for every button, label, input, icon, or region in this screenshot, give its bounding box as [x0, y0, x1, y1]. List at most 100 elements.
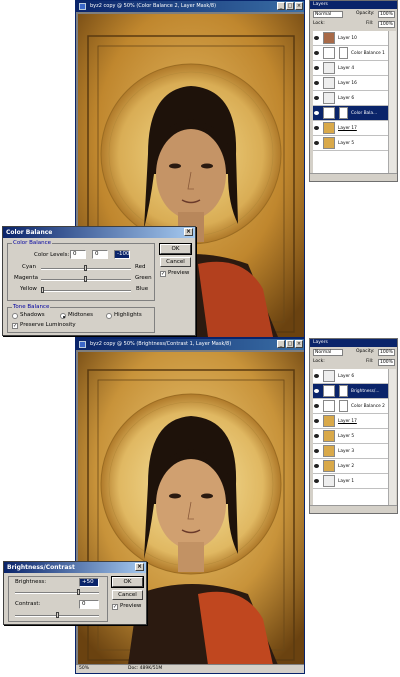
eye-icon[interactable]: [314, 36, 319, 40]
eye-icon[interactable]: [314, 404, 319, 408]
preview-checkbox[interactable]: ✓: [112, 604, 118, 610]
layer-row[interactable]: Layer 3: [313, 444, 388, 459]
midtones-radio[interactable]: [60, 313, 66, 319]
close-button[interactable]: ×: [295, 340, 303, 348]
layer-thumbnail: [323, 445, 335, 457]
eye-icon[interactable]: [314, 389, 319, 393]
adjustment-icon: [323, 385, 335, 397]
layer-row[interactable]: Layer 6: [313, 369, 388, 384]
layers-palette-bottom[interactable]: Layers Normal Opacity: 100% Lock: Fill: …: [309, 338, 398, 514]
photoshop-icon: [79, 3, 86, 10]
ok-button[interactable]: OK: [159, 243, 192, 255]
opacity-field[interactable]: 100%: [378, 349, 395, 356]
eye-icon[interactable]: [314, 419, 319, 423]
layer-row[interactable]: Layer 10: [313, 31, 388, 46]
minimize-button[interactable]: _: [277, 340, 285, 348]
close-button[interactable]: ×: [295, 2, 303, 10]
dialog-titlebar[interactable]: Brightness/Contrast ×: [4, 562, 146, 573]
preserve-luminosity-checkbox[interactable]: ✓: [12, 323, 18, 329]
yellow-blue-slider[interactable]: [41, 290, 131, 292]
layer-row[interactable]: Layer 16: [313, 76, 388, 91]
layer-row[interactable]: Layer 5: [313, 429, 388, 444]
layer-thumbnail: [323, 92, 335, 104]
maximize-button[interactable]: □: [286, 340, 294, 348]
preview-checkbox[interactable]: ✓: [160, 271, 166, 277]
layer-thumbnail: [323, 415, 335, 427]
layer-row[interactable]: Layer 4: [313, 61, 388, 76]
eye-icon[interactable]: [314, 66, 319, 70]
highlights-radio[interactable]: [106, 313, 112, 319]
window-titlebar[interactable]: byz2 copy @ 50% (Brightness/Contrast 1, …: [76, 339, 304, 350]
eye-icon[interactable]: [314, 81, 319, 85]
brightness-contrast-dialog[interactable]: Brightness/Contrast × Brightness: +50 Co…: [3, 561, 147, 625]
eye-icon[interactable]: [314, 464, 319, 468]
eye-icon[interactable]: [314, 374, 319, 378]
layers-scrollbar[interactable]: [388, 31, 396, 174]
window-titlebar[interactable]: byz2 copy @ 50% (Color Balance 2, Layer …: [76, 1, 304, 12]
opacity-field[interactable]: 100%: [378, 11, 395, 18]
layer-row-selected[interactable]: Brightness/...: [313, 384, 388, 399]
contrast-label: Contrast:: [15, 601, 41, 607]
layer-thumbnail: [323, 32, 335, 44]
layers-list: Layer 10 Color Balance 1 Layer 4 Layer 1…: [313, 31, 388, 174]
cancel-button[interactable]: Cancel: [112, 590, 143, 600]
layer-row[interactable]: Layer 2: [313, 459, 388, 474]
layers-palette-top[interactable]: Layers Normal Opacity: 100% Lock: Fill: …: [309, 0, 398, 182]
color-level-2-field[interactable]: 0: [92, 250, 108, 259]
adjustment-icon: [323, 400, 335, 412]
layer-row[interactable]: Layer 17: [313, 121, 388, 136]
blend-mode-select[interactable]: Normal: [313, 349, 343, 356]
brightness-field[interactable]: +50: [79, 578, 99, 587]
brightness-slider[interactable]: [15, 592, 99, 594]
eye-icon[interactable]: [314, 141, 319, 145]
layer-mask-thumbnail: [339, 47, 348, 59]
shadows-radio[interactable]: [12, 313, 18, 319]
minimize-button[interactable]: _: [277, 2, 285, 10]
eye-icon[interactable]: [314, 51, 319, 55]
blend-mode-select[interactable]: Normal: [313, 11, 343, 18]
slider-thumb[interactable]: [56, 612, 59, 618]
eye-icon[interactable]: [314, 479, 319, 483]
maximize-button[interactable]: □: [286, 2, 294, 10]
layer-mask-thumbnail: [339, 385, 348, 397]
ok-button[interactable]: OK: [111, 576, 144, 588]
slider-thumb[interactable]: [77, 589, 80, 595]
layer-row[interactable]: Layer 17: [313, 414, 388, 429]
close-icon[interactable]: ×: [184, 228, 193, 236]
layer-row[interactable]: Color Balance 2: [313, 399, 388, 414]
zoom-level[interactable]: 50%: [79, 665, 89, 673]
eye-icon[interactable]: [314, 449, 319, 453]
layer-thumbnail: [323, 475, 335, 487]
cancel-button[interactable]: Cancel: [160, 257, 191, 267]
fill-field[interactable]: 100%: [378, 21, 395, 28]
layer-row[interactable]: Layer 5: [313, 136, 388, 151]
color-levels-label: Color Levels:: [34, 252, 70, 258]
eye-icon[interactable]: [314, 111, 319, 115]
slider-thumb[interactable]: [84, 276, 87, 282]
close-icon[interactable]: ×: [135, 563, 144, 571]
layer-row-selected[interactable]: Color Bala...: [313, 106, 388, 121]
layers-tab[interactable]: Layers: [310, 1, 397, 9]
contrast-field[interactable]: 0: [79, 600, 99, 609]
color-level-1-field[interactable]: 0: [70, 250, 86, 259]
layer-row[interactable]: Color Balance 1: [313, 46, 388, 61]
window-title: byz2 copy @ 50% (Brightness/Contrast 1, …: [90, 341, 232, 347]
layer-row[interactable]: Layer 6: [313, 91, 388, 106]
eye-icon[interactable]: [314, 434, 319, 438]
color-level-3-field[interactable]: -100: [114, 250, 130, 259]
color-balance-dialog[interactable]: Color Balance × Color Balance Color Leve…: [2, 226, 196, 336]
slider-thumb[interactable]: [84, 265, 87, 271]
eye-icon[interactable]: [314, 96, 319, 100]
eye-icon[interactable]: [314, 126, 319, 130]
layer-row[interactable]: Layer 1: [313, 474, 388, 489]
slider-thumb[interactable]: [41, 287, 44, 293]
photoshop-icon: [79, 341, 86, 348]
layer-mask-thumbnail: [339, 400, 348, 412]
fill-field[interactable]: 100%: [378, 359, 395, 366]
preserve-luminosity-label: Preserve Luminosity: [20, 322, 76, 328]
dialog-titlebar[interactable]: Color Balance ×: [3, 227, 195, 238]
layers-tab[interactable]: Layers: [310, 339, 397, 347]
palette-footer: [310, 505, 397, 513]
layers-scrollbar[interactable]: [388, 369, 396, 507]
red-label: Red: [135, 264, 146, 270]
